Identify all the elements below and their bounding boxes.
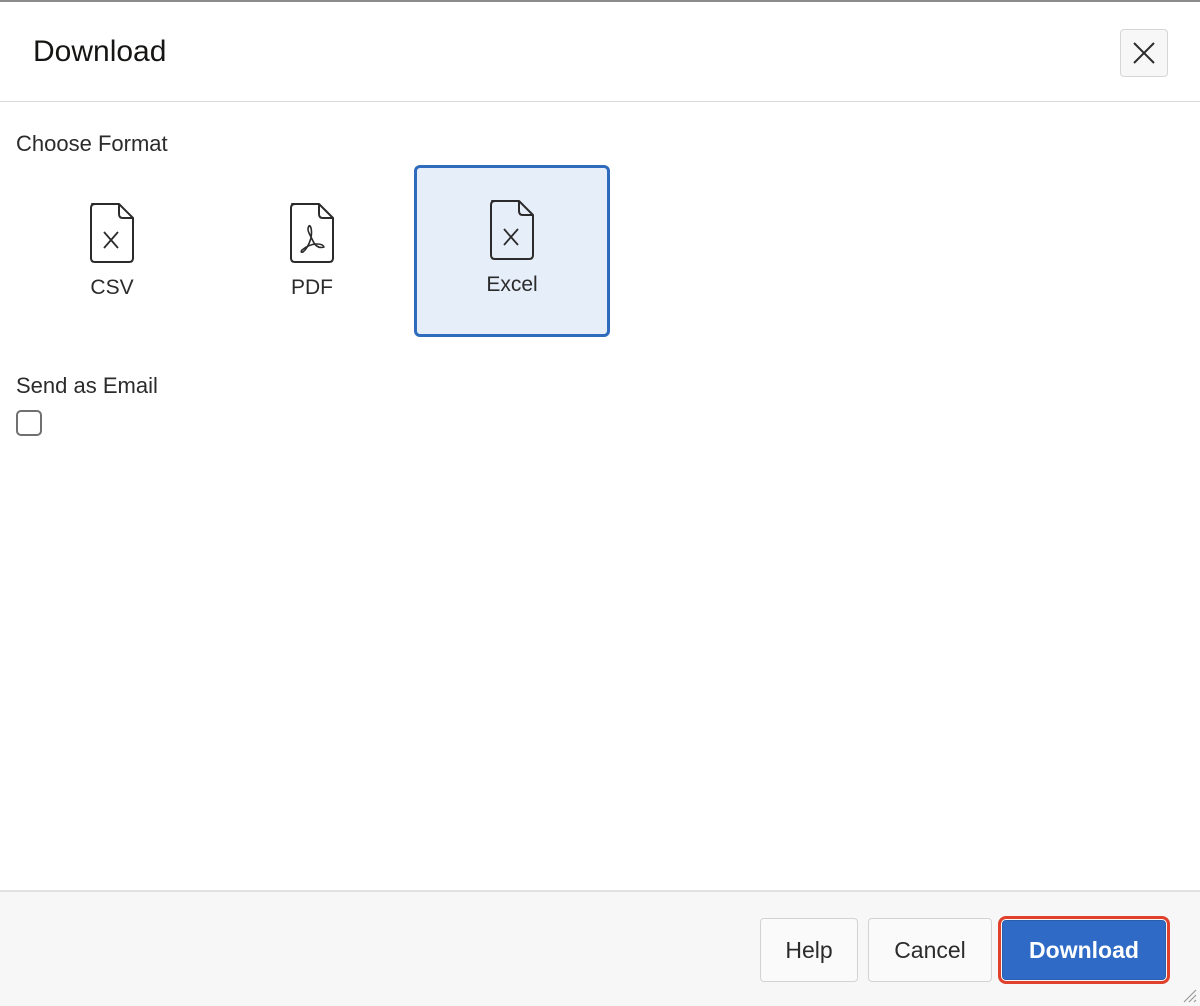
format-label-csv: CSV [90, 276, 134, 299]
excel-file-icon [490, 200, 534, 260]
format-label-excel: Excel [486, 273, 538, 296]
send-as-email-label: Send as Email [16, 373, 158, 398]
download-dialog: Download Choose Format CSV PDF Excel Sen… [0, 0, 1200, 1006]
dialog-title: Download [33, 35, 167, 68]
dialog-footer: Help Cancel Download [0, 890, 1200, 1006]
format-label-pdf: PDF [291, 276, 333, 299]
pdf-file-icon [290, 203, 334, 263]
dialog-header: Download [0, 2, 1200, 102]
csv-file-icon [90, 203, 134, 263]
cancel-button[interactable]: Cancel [868, 918, 992, 982]
help-button[interactable]: Help [760, 918, 858, 982]
format-option-excel[interactable]: Excel [414, 165, 610, 337]
choose-format-label: Choose Format [16, 131, 168, 156]
resize-handle-icon[interactable] [1180, 986, 1198, 1004]
send-as-email-checkbox[interactable] [16, 410, 42, 436]
close-icon [1133, 42, 1155, 64]
close-button[interactable] [1120, 29, 1168, 77]
format-option-csv[interactable]: CSV [14, 165, 210, 337]
download-button[interactable]: Download [998, 916, 1170, 984]
format-option-pdf[interactable]: PDF [214, 165, 410, 337]
